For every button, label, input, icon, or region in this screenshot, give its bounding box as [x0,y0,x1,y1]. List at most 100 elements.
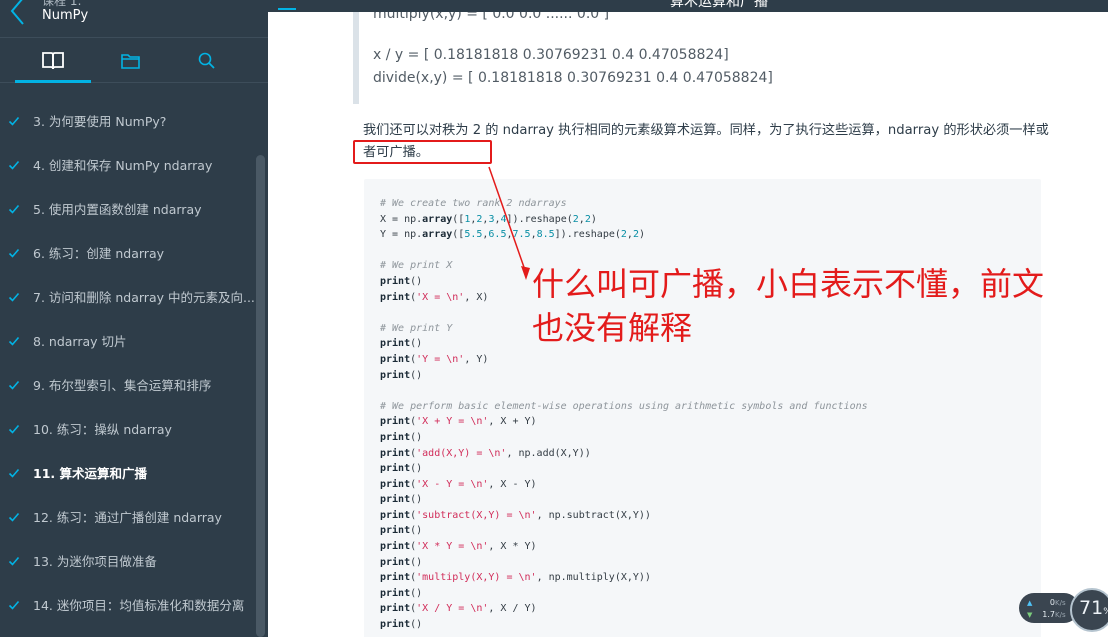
code-line: print('Y = \n', Y) [380,352,868,368]
code-token: () [410,525,423,537]
check-icon [8,600,20,610]
code-line: print() [380,617,868,633]
tab-search[interactable] [195,50,219,72]
output-line-divide-func: divide(x,y) = [ 0.18181818 0.30769231 0.… [373,70,773,86]
download-value: 1.7 [1042,610,1055,619]
sidebar-item[interactable]: 9. 布尔型索引、集合运算和排序 [0,364,254,408]
code-line: # We perform basic element-wise operatio… [380,399,868,415]
sidebar: 课程 1: NumPy 3. 为何要使用 NumPy? 4. 创建和保存 NumP… [0,0,268,637]
upload-arrow-icon: ▲ [1027,599,1033,607]
check-icon [8,248,20,258]
code-line: # We create two rank 2 ndarrays [380,196,868,212]
course-header: 课程 1: NumPy [0,0,268,36]
download-arrow-icon: ▼ [1027,611,1033,619]
code-token: print [380,369,411,381]
output-line-multiply: multiply(x,y) = [ 0.0 0.0 ...... 0.0 ] [373,12,610,22]
code-token: 'multiply(X,Y) = \n' [416,572,537,584]
chevron-left-icon [10,0,24,25]
code-token: () [410,556,423,568]
code-token: 'add(X,Y) = \n' [416,447,507,459]
usage-gauge[interactable]: 71% [1070,588,1108,632]
sidebar-item[interactable]: 8. ndarray 切片 [0,320,254,364]
sidebar-item[interactable]: 7. 访问和删除 ndarray 中的元素及向... [0,276,254,320]
network-speed-widget[interactable]: ▲ 0K/s ▼ 1.7K/s 71% [1019,588,1108,634]
code-line: print('X + Y = \n', X + Y) [380,414,868,430]
back-button[interactable] [6,0,30,28]
code-token: print [380,431,411,443]
code-token: , X / Y) [488,603,537,615]
code-token: print [380,525,411,537]
sidebar-item[interactable]: 4. 创建和保存 NumPy ndarray [0,144,254,188]
code-token: # We create two rank 2 ndarrays [380,198,567,209]
sidebar-item-label: 10. 练习：操纵 ndarray [33,422,172,437]
sidebar-item[interactable]: 14. 迷你项目：均值标准化和数据分离 [0,584,254,628]
tab-resources[interactable] [119,50,143,72]
code-line: print() [380,523,868,539]
code-token: 'X = \n' [416,291,465,303]
code-token: 'X * Y = \n' [416,541,489,553]
code-token: 8.5 [536,229,555,241]
code-token: X = np. [380,213,423,225]
code-token: ]).reshape( [554,229,621,241]
code-line: print('X / Y = \n', X / Y) [380,601,868,617]
search-icon [198,52,215,69]
check-icon [8,380,20,390]
code-token: ) [638,229,646,241]
code-token: () [410,338,423,350]
code-token: , X * Y) [488,541,537,553]
tab-lessons[interactable] [41,50,65,72]
code-token: print [380,463,411,475]
code-token: # We print X [380,260,453,272]
sidebar-item[interactable]: 13. 为迷你项目做准备 [0,540,254,584]
sidebar-item[interactable]: 6. 练习：创建 ndarray [0,232,254,276]
code-token: , Y) [464,353,489,365]
code-line: X = np.array([1,2,3,4]).reshape(2,2) [380,212,868,228]
sidebar-item-label: 14. 迷你项目：均值标准化和数据分离 [33,598,245,613]
course-name[interactable]: NumPy [42,8,88,23]
menu-button[interactable] [276,0,298,10]
code-token: ) [590,213,597,225]
code-token: print [380,494,411,506]
code-line: print('X * Y = \n', X * Y) [380,539,868,555]
code-token: 5.5 [464,229,483,241]
check-icon [8,556,20,566]
code-token: , X + Y) [488,416,537,428]
code-token: 'X - Y = \n' [416,478,489,490]
lesson-list: 3. 为何要使用 NumPy? 4. 创建和保存 NumPy ndarray 5. … [0,100,254,628]
sidebar-item[interactable]: 10. 练习：操纵 ndarray [0,408,254,452]
code-token: Y = np. [380,229,423,241]
topbar: 算术运算和广播 [268,0,1108,12]
sidebar-scrollbar[interactable] [256,155,265,637]
code-token: array [422,229,453,241]
upload-unit: K/s [1055,599,1066,607]
code-token: () [410,369,423,381]
code-line: print() [380,430,868,446]
sidebar-item[interactable]: 11. 算术运算和广播 [0,452,254,496]
code-token: () [410,275,423,287]
code-line: Y = np.array([5.5,6.5,7.5,8.5]).reshape(… [380,227,868,243]
code-line: print('subtract(X,Y) = \n', np.subtract(… [380,508,868,524]
sidebar-item[interactable]: 5. 使用内置函数创建 ndarray [0,188,254,232]
page-title: 算术运算和广播 [670,0,768,10]
code-token: print [380,603,411,615]
code-token: print [380,275,411,287]
code-token: () [410,587,423,599]
sidebar-item-label: 7. 访问和删除 ndarray 中的元素及向... [33,290,254,305]
sidebar-item-label: 13. 为迷你项目做准备 [33,554,157,569]
sidebar-item[interactable]: 3. 为何要使用 NumPy? [0,100,254,144]
code-block: # We create two rank 2 ndarrays X = np.ar… [364,179,1041,637]
code-token: ]).reshape( [506,213,573,225]
sidebar-item-label: 9. 布尔型索引、集合运算和排序 [33,378,212,393]
sidebar-item[interactable]: 12. 练习：通过广播创建 ndarray [0,496,254,540]
code-line: print('X - Y = \n', X - Y) [380,477,868,493]
check-icon [8,468,20,478]
code-token: () [410,619,423,631]
highlight-box [353,140,492,164]
code-token: 7.5 [512,229,531,241]
book-icon [42,52,64,70]
code-token: () [410,431,423,443]
check-icon [8,160,20,170]
code-token: , np.subtract(X,Y)) [536,509,651,521]
